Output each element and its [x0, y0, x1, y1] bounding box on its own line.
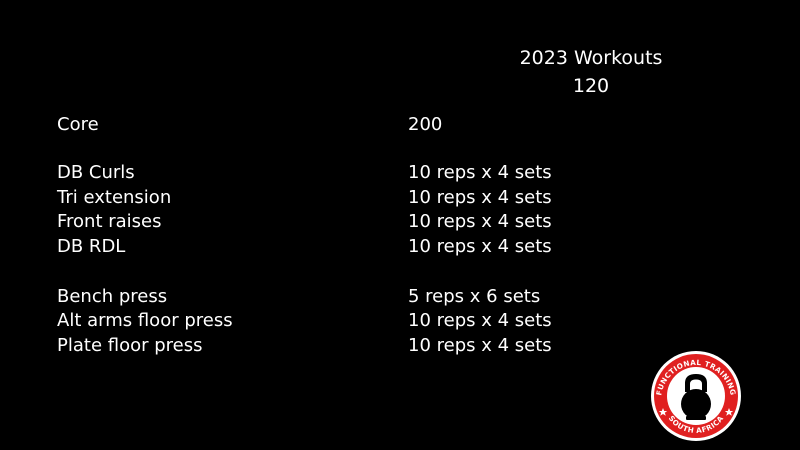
exercise-value: 10 reps x 4 sets — [408, 310, 552, 331]
exercise-name: Alt arms floor press — [57, 310, 233, 331]
exercise-value: 10 reps x 4 sets — [408, 335, 552, 356]
workout-row-core: Core 200 — [0, 112, 800, 137]
workout-row-db-curls: DB Curls 10 reps x 4 sets — [0, 160, 800, 185]
workout-row-tri-extension: Tri extension 10 reps x 4 sets — [0, 185, 800, 210]
workout-row-bench-press: Bench press 5 reps x 6 sets — [0, 284, 800, 309]
workout-row-db-rdl: DB RDL 10 reps x 4 sets — [0, 234, 800, 259]
exercise-name: Core — [57, 114, 99, 135]
exercise-name: DB RDL — [57, 236, 126, 257]
exercise-name: Tri extension — [57, 187, 172, 208]
workout-slide: 2023 Workouts 120 Core 200 DB Curls 10 r… — [0, 0, 800, 450]
exercise-value: 5 reps x 6 sets — [408, 286, 541, 307]
brand-logo: FUNCTIONAL TRAINING SOUTH AFRICA — [650, 350, 742, 442]
header-number: 120 — [572, 75, 610, 97]
exercise-value: 10 reps x 4 sets — [408, 236, 552, 257]
exercise-value: 10 reps x 4 sets — [408, 187, 552, 208]
exercise-value: 200 — [408, 114, 443, 135]
exercise-name: Bench press — [57, 286, 168, 307]
workout-row-alt-arms-floor-press: Alt arms floor press 10 reps x 4 sets — [0, 308, 800, 333]
exercise-value: 10 reps x 4 sets — [408, 211, 552, 232]
exercise-value: 10 reps x 4 sets — [408, 162, 552, 183]
kettlebell-logo-icon: FUNCTIONAL TRAINING SOUTH AFRICA — [651, 351, 741, 441]
workout-row-front-raises: Front raises 10 reps x 4 sets — [0, 209, 800, 234]
workout-header: 2023 Workouts 120 — [480, 44, 702, 100]
exercise-name: Front raises — [57, 211, 162, 232]
header-title: 2023 Workouts — [519, 47, 663, 69]
exercise-name: DB Curls — [57, 162, 135, 183]
exercise-name: Plate floor press — [57, 335, 203, 356]
